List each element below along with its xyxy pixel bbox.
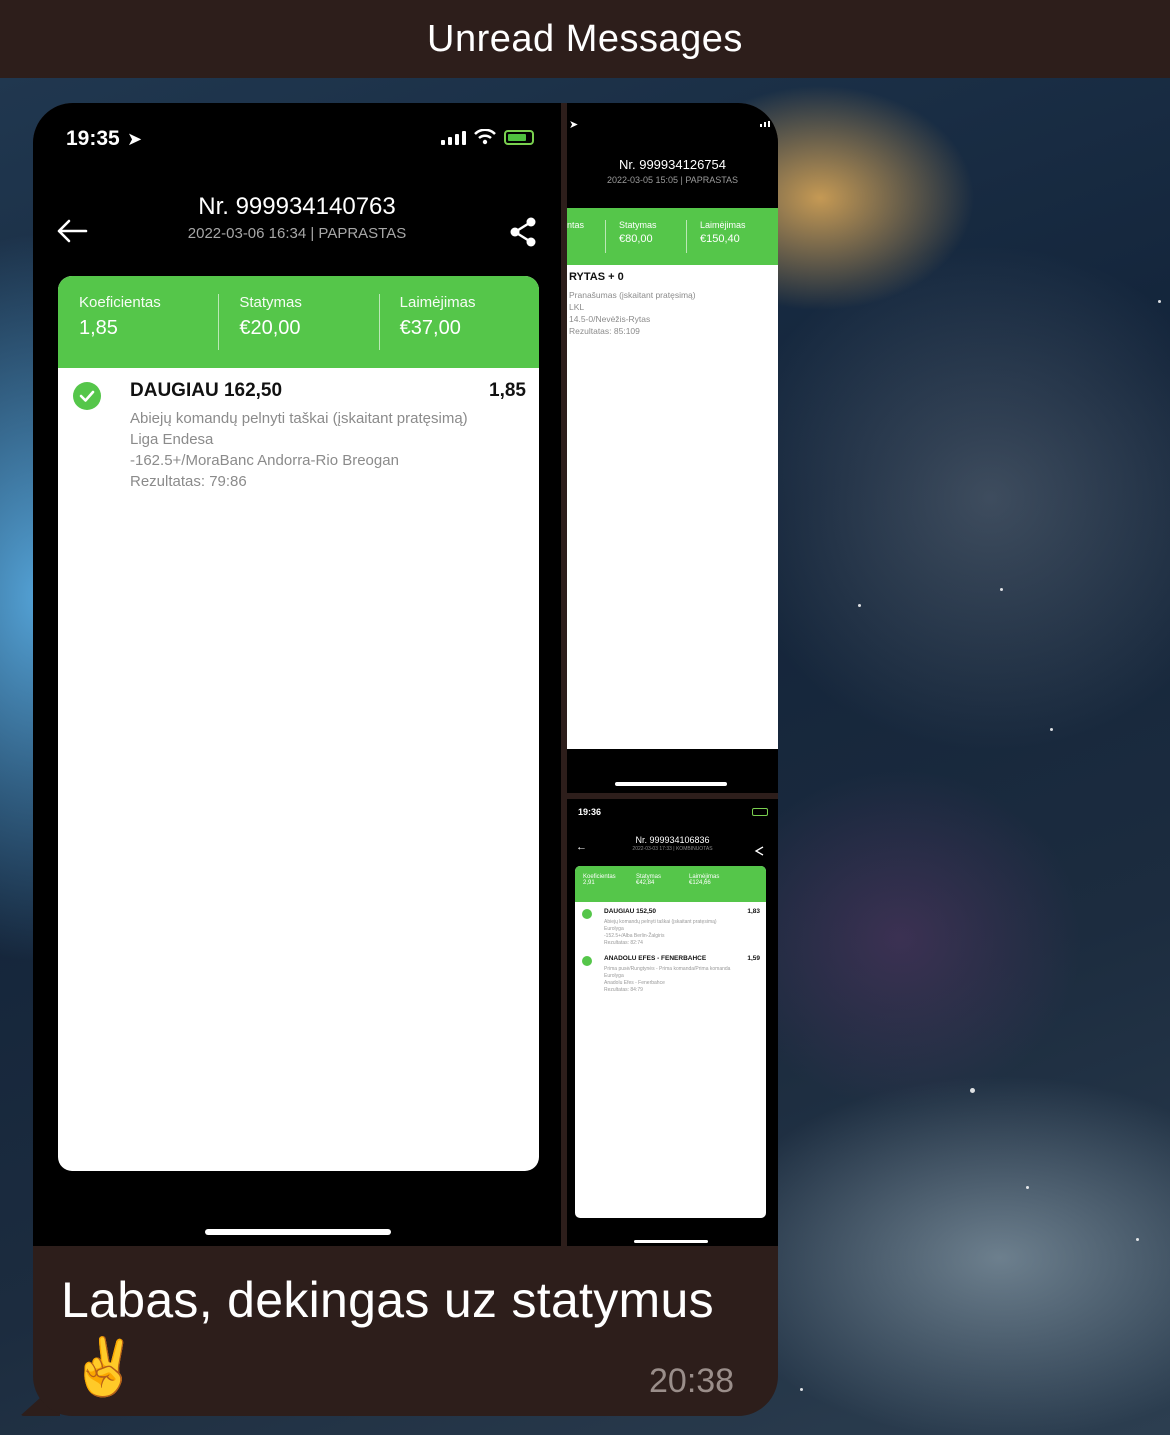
bet-odd: 1,85 bbox=[489, 380, 526, 401]
ticket-meta: 2022-03-03 17:33 | KOMBINUOTAS bbox=[632, 846, 713, 852]
bet-league: Eurolyga bbox=[604, 973, 624, 979]
bet-market: Pranašumas (įskaitant pratęsimą) bbox=[569, 290, 696, 300]
star bbox=[1000, 588, 1003, 591]
star bbox=[1050, 728, 1053, 731]
ticket-number: Nr. 999934106836 bbox=[635, 835, 710, 845]
status-time: 19:36 bbox=[578, 807, 602, 817]
summary-winnings: Laimėjimas €124,66 bbox=[689, 874, 719, 886]
wifi-icon bbox=[474, 129, 496, 145]
bet-row: DAUGIAU 162,50 1,85 Abiejų komandų pelny… bbox=[58, 368, 539, 490]
summary-value: €42,84 bbox=[636, 880, 655, 886]
status-icons bbox=[441, 129, 534, 145]
bet-event: -152.5+/Alba Berlin-Žalgiris bbox=[604, 933, 665, 939]
star bbox=[970, 1088, 975, 1093]
summary-stake: Statymas €80,00 bbox=[619, 220, 657, 245]
summary-label: Statymas bbox=[239, 294, 302, 311]
ticket-number: Nr. 999934140763 bbox=[198, 193, 396, 220]
summary-winnings: Laimėjimas €150,40 bbox=[700, 220, 746, 245]
check-icon bbox=[73, 382, 101, 410]
bet-event: Anadolu Efes - Fenerbahce bbox=[604, 980, 665, 986]
summary-label: Statymas bbox=[619, 220, 657, 230]
check-icon bbox=[582, 956, 592, 966]
summary-odds: Koeficientas 2,91 bbox=[583, 874, 616, 886]
bet-league: Liga Endesa bbox=[130, 431, 214, 448]
summary-value: €20,00 bbox=[239, 317, 301, 339]
summary-value: €150,40 bbox=[700, 233, 740, 245]
summary-value: 2,91 bbox=[583, 880, 595, 886]
ticket-meta: 2022-03-05 15:05 | PAPRASTAS bbox=[606, 175, 739, 185]
share-icon[interactable] bbox=[753, 845, 765, 857]
summary-label: Laimėjimas bbox=[399, 294, 476, 311]
summary-label: ntas bbox=[567, 220, 585, 230]
ticket-card: Koeficientas 1,85 Statymas €20,00 Laimėj… bbox=[58, 276, 539, 1171]
location-arrow-icon: ➤ bbox=[127, 129, 143, 149]
bet-league: LKL bbox=[569, 302, 585, 312]
ticket-summary: Koeficientas 1,85 Statymas €20,00 Laimėj… bbox=[58, 276, 539, 368]
ticket-meta: 2022-03-06 16:34 | PAPRASTAS bbox=[187, 225, 407, 242]
summary-value: €124,66 bbox=[689, 880, 711, 886]
summary-odds: Koeficientas 1,85 bbox=[58, 276, 218, 368]
message-bubble[interactable]: 19:35 ➤ Nr. 999934140763 2022-03-06 16:3… bbox=[33, 103, 778, 1416]
summary-value: €37,00 bbox=[399, 317, 461, 339]
bet-result: Rezultatas: 82:74 bbox=[604, 940, 643, 946]
summary-label: Koeficientas bbox=[79, 294, 161, 311]
message-text: Labas, dekingas uz statymus bbox=[61, 1272, 714, 1328]
bet-title: ANADOLU EFES - FENERBAHCE bbox=[604, 955, 707, 962]
bet-market: Abiejų komandų pelnyti taškai (įskaitant… bbox=[130, 410, 468, 427]
ticket-card: Koeficientas 2,91 Statymas €42,84 Laimėjim… bbox=[575, 866, 766, 1218]
bet-result: Rezultatas: 79:86 bbox=[130, 473, 247, 490]
bet-event: -162.5+/MoraBanc Andorra-Rio Breogan bbox=[130, 452, 399, 469]
check-icon bbox=[582, 909, 592, 919]
summary-odds: ntas bbox=[567, 220, 584, 230]
bet-league: Eurolyga bbox=[604, 926, 624, 932]
photo-bet-ticket-3[interactable]: 19:36 ← Nr. 999934106836 2022-03-03 17:3… bbox=[567, 799, 778, 1246]
bet-title: DAUGIAU 162,50 bbox=[130, 380, 283, 401]
unread-messages-label: Unread Messages bbox=[427, 17, 743, 60]
summary-stake: Statymas €20,00 bbox=[218, 276, 378, 368]
signal-icon bbox=[441, 129, 466, 145]
signal-icon bbox=[760, 121, 770, 127]
summary-value: €80,00 bbox=[619, 233, 653, 245]
summary-stake: Statymas €42,84 bbox=[636, 874, 661, 886]
star bbox=[1158, 300, 1161, 303]
star bbox=[858, 604, 861, 607]
victory-hand-emoji: ✌️ bbox=[69, 1335, 139, 1398]
bet-market: Abiejų komandų pelnyti taškai (įskaitant… bbox=[604, 919, 717, 925]
home-indicator bbox=[634, 1240, 708, 1243]
bet-event: 14.5-0/Nevėžis-Rytas bbox=[569, 314, 651, 324]
photo-bet-ticket-main[interactable]: 19:35 ➤ Nr. 999934140763 2022-03-06 16:3… bbox=[33, 103, 561, 1246]
unread-messages-divider: Unread Messages bbox=[0, 0, 1170, 78]
star bbox=[1136, 1238, 1139, 1241]
summary-value: 1,85 bbox=[79, 317, 118, 339]
bet-odd: 1,59 bbox=[747, 955, 760, 962]
location-arrow-icon: ➤ bbox=[569, 119, 579, 131]
bet-odd: 1,83 bbox=[747, 908, 760, 915]
bet-market: Prima pusė/Rungtynės - Prima komanda/Pri… bbox=[604, 966, 731, 972]
bet-title: RYTAS + 0 bbox=[569, 271, 624, 283]
ticket-number: Nr. 999934126754 bbox=[619, 157, 726, 172]
status-time: 19:35 bbox=[66, 127, 120, 150]
ticket-summary: ntas Statymas €80,00 Laimėjimas €150,40 bbox=[567, 208, 778, 265]
battery-icon bbox=[752, 808, 768, 816]
bet-title: DAUGIAU 152,50 bbox=[604, 908, 657, 915]
summary-winnings: Laimėjimas €37,00 bbox=[378, 276, 539, 368]
ticket-card: RYTAS + 0 Pranašumas (įskaitant pratęsim… bbox=[567, 265, 778, 749]
battery-icon bbox=[504, 130, 534, 145]
bet-result: Rezultatas: 84:79 bbox=[604, 987, 643, 993]
message-time: 20:38 bbox=[649, 1362, 735, 1400]
star bbox=[1026, 1186, 1029, 1189]
summary-label: Laimėjimas bbox=[700, 220, 746, 230]
star bbox=[800, 1388, 803, 1391]
photo-bet-ticket-2[interactable]: ➤ Nr. 999934126754 2022-03-05 15:05 | PA… bbox=[567, 103, 778, 793]
bet-result: Rezultatas: 85:109 bbox=[569, 326, 640, 336]
ticket-summary: Koeficientas 2,91 Statymas €42,84 Laimėjim… bbox=[575, 866, 766, 902]
home-indicator bbox=[615, 782, 727, 786]
share-icon[interactable] bbox=[507, 216, 539, 248]
home-indicator bbox=[205, 1229, 391, 1235]
